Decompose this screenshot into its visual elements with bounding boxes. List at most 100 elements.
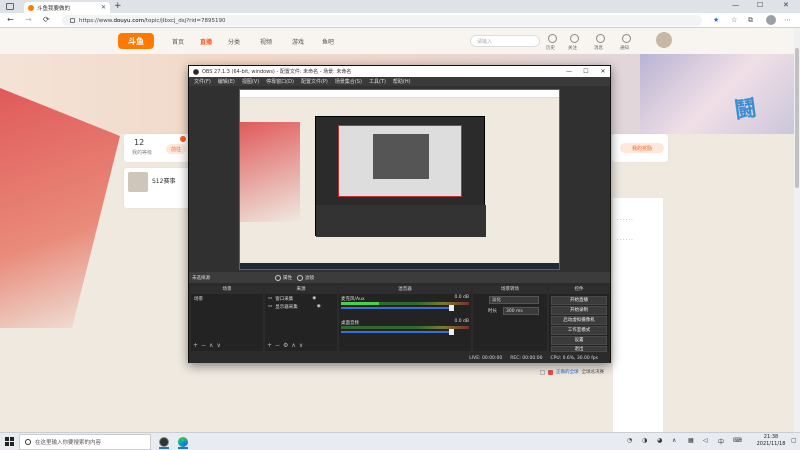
go-button[interactable]: 前往: [166, 144, 186, 154]
properties-button[interactable]: 属性: [275, 274, 292, 281]
mic-volume-handle[interactable]: [449, 305, 454, 311]
network-icon[interactable]: ▦: [688, 437, 694, 444]
browser-toolbar: ← → ⟳ https://www.douyu.com/topic/jlbxcj…: [0, 13, 800, 28]
tab-close-icon[interactable]: ✕: [101, 4, 106, 11]
filters-button[interactable]: 滤镜: [297, 274, 314, 281]
eye-icon[interactable]: ◉: [312, 296, 316, 302]
tray-app-icon[interactable]: ◑: [642, 437, 647, 444]
right-panel: · · · · · · · · · · · ·: [613, 198, 663, 432]
douyu-logo[interactable]: 斗鱼: [118, 33, 154, 49]
transitions-dock-title: 场景转场: [473, 286, 547, 294]
level-card: 12 我的等级 前往: [124, 134, 190, 162]
message-icon[interactable]: [596, 34, 605, 43]
desktop-volume-slider[interactable]: [341, 331, 451, 333]
nav-home[interactable]: 首页: [172, 37, 184, 46]
virtual-camera-button[interactable]: 启动虚拟摄像机: [551, 316, 607, 325]
forward-icon[interactable]: →: [25, 15, 32, 24]
windows-start-icon[interactable]: [5, 437, 14, 446]
desktop-volume-handle[interactable]: [449, 329, 454, 335]
profile-avatar[interactable]: [766, 15, 776, 25]
exit-button[interactable]: 退出: [551, 346, 607, 352]
tray-app-icon[interactable]: ◕: [657, 437, 662, 444]
menu-file[interactable]: 文件(F): [194, 78, 211, 85]
minimize-button[interactable]: —: [732, 1, 739, 9]
menu-tools[interactable]: 工具(T): [369, 78, 386, 85]
nav-video[interactable]: 视频: [260, 37, 272, 46]
obs-maximize-button[interactable]: ☐: [579, 68, 593, 75]
menu-help[interactable]: 帮助(H): [393, 78, 411, 85]
active-indicator: [159, 447, 169, 449]
obs-minimize-button[interactable]: —: [562, 68, 576, 75]
taskbar-edge[interactable]: [175, 435, 191, 449]
system-clock[interactable]: 21:38 2021/11/18: [752, 434, 790, 448]
close-window-button[interactable]: ✕: [783, 1, 789, 9]
nav-fishbar[interactable]: 鱼吧: [322, 37, 334, 46]
browser-tab[interactable]: 斗鱼我要做的 ✕: [24, 2, 110, 13]
transition-select[interactable]: 淡化: [489, 296, 539, 304]
filter-icon: [297, 274, 303, 281]
back-icon[interactable]: ←: [7, 15, 14, 24]
mic-volume-slider[interactable]: [341, 307, 451, 309]
obs-icon: [159, 437, 169, 447]
page-search-input[interactable]: 请输入: [470, 35, 540, 47]
reward-card: 我的奖励: [612, 134, 668, 162]
desktop-db: 0.0 dB: [454, 319, 469, 324]
menu-profile[interactable]: 配置文件(P): [301, 78, 328, 85]
favorites-icon[interactable]: ☆: [731, 16, 737, 24]
history-icon[interactable]: [548, 34, 557, 43]
menu-view[interactable]: 视图(V): [242, 78, 259, 85]
preview-page: [240, 98, 559, 263]
list-item-text: 全球总决赛: [581, 370, 605, 375]
more-menu-icon[interactable]: ⋯: [784, 16, 791, 24]
show-hidden-icon[interactable]: ∧: [672, 437, 676, 444]
volume-icon[interactable]: ◁: [703, 437, 708, 444]
page-scrollbar[interactable]: [794, 28, 800, 432]
nav-category[interactable]: 分类: [228, 37, 240, 46]
source-controls[interactable]: +−⚙∧∨: [267, 342, 306, 349]
nav-game[interactable]: 游戏: [292, 37, 304, 46]
menu-docks[interactable]: 停靠窗口(D): [266, 78, 294, 85]
favorite-star-icon[interactable]: ★: [713, 16, 719, 24]
sources-dock: 来源 ▭ 窗口采集 ◉ ▭ 显示器采集 ◉ +−⚙∧∨: [265, 286, 337, 351]
new-tab-button[interactable]: +: [114, 1, 122, 11]
scene-controls[interactable]: +−∧∨: [193, 342, 224, 349]
maximize-button[interactable]: ☐: [757, 1, 763, 9]
studio-mode-button[interactable]: 工作室模式: [551, 326, 607, 335]
obs-title-bar[interactable]: OBS 27.1.3 (64-bit, windows) - 配置文件: 未命名…: [189, 66, 610, 77]
obs-app-icon: [193, 68, 199, 75]
checkbox[interactable]: [540, 369, 545, 375]
menu-edit[interactable]: 编辑(E): [218, 78, 235, 85]
keyboard-icon[interactable]: ⌨: [733, 437, 742, 444]
taskbar-obs[interactable]: [156, 435, 172, 449]
source-item[interactable]: ▭ 显示器采集 ◉: [268, 304, 321, 310]
user-avatar[interactable]: [656, 32, 672, 48]
scene-item[interactable]: 场景: [194, 296, 203, 302]
preview-canvas[interactable]: [239, 89, 560, 270]
list-item[interactable]: 正确的全球 全球总决赛: [540, 368, 604, 376]
reward-button[interactable]: 我的奖励: [620, 143, 664, 153]
menu-scene-collection[interactable]: 场景集合(S): [335, 78, 362, 85]
settings-button[interactable]: 设置: [551, 336, 607, 345]
page-header: 斗鱼 首页 直播 分类 视频 游戏 鱼吧 请输入 历史 关注 消息 通知: [0, 28, 800, 54]
obs-close-button[interactable]: ✕: [596, 68, 610, 75]
duration-input[interactable]: 300 ms: [503, 307, 539, 315]
list-item-link[interactable]: 正确的全球: [556, 369, 579, 375]
ime-icon[interactable]: 中: [718, 437, 724, 446]
taskbar-search[interactable]: 在这里输入你要搜索的内容: [19, 434, 151, 450]
level-label: 我的等级: [132, 150, 153, 156]
tray-app-icon[interactable]: ◔: [627, 437, 632, 444]
notification-center-icon[interactable]: ▢: [791, 437, 797, 444]
notification-icon[interactable]: [622, 34, 631, 43]
nav-live[interactable]: 直播: [200, 37, 212, 46]
follow-icon[interactable]: [570, 34, 579, 43]
start-recording-button[interactable]: 开始录制: [551, 306, 607, 315]
level-badge: [180, 136, 186, 142]
collections-icon[interactable]: ⧉: [748, 16, 753, 25]
source-item[interactable]: ▭ 窗口采集 ◉: [268, 296, 316, 302]
tab-actions-icon[interactable]: [6, 3, 14, 10]
address-bar[interactable]: https://www.douyu.com/topic/jlbxcj_dsj?r…: [62, 15, 702, 26]
start-streaming-button[interactable]: 开始直播: [551, 296, 607, 305]
scrollbar-thumb[interactable]: [795, 48, 799, 188]
eye-icon[interactable]: ◉: [317, 304, 321, 310]
refresh-icon[interactable]: ⟳: [43, 15, 50, 24]
